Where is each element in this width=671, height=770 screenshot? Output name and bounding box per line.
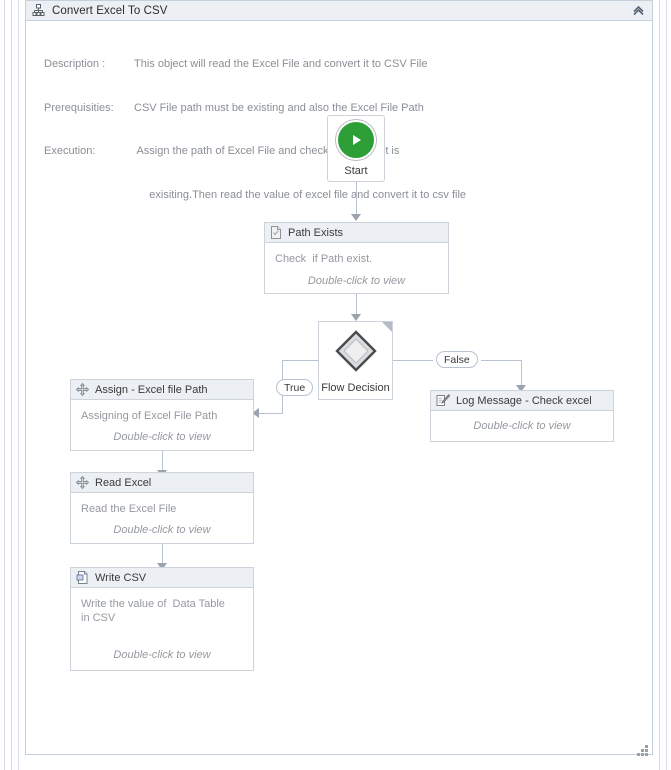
node-title: Write CSV xyxy=(95,571,147,584)
diamond-icon xyxy=(334,329,378,378)
prerequisites-row: Prerequisities: CSV File path must be ex… xyxy=(44,101,466,116)
frame-rule-outer xyxy=(4,0,5,770)
node-body: Write the value of Data Table in CSV Dou… xyxy=(71,588,253,671)
assign-icon xyxy=(76,476,89,489)
node-body: Double-click to view xyxy=(431,411,613,442)
node-title: Read Excel xyxy=(95,476,152,489)
description-value: This object will read the Excel File and… xyxy=(134,58,428,70)
node-header: Assign - Excel file Path xyxy=(71,380,253,400)
node-hint: Double-click to view xyxy=(113,524,211,536)
execution-continuation: exisiting.Then read the value of excel f… xyxy=(134,188,467,201)
workflow-designer-canvas: Convert Excel To CSV Description : This … xyxy=(0,0,671,770)
description-label: Description : xyxy=(44,58,106,70)
connector-start-to-path-exists xyxy=(356,182,357,215)
node-header: Path Exists xyxy=(265,223,448,243)
assign-icon xyxy=(76,383,89,396)
node-title: Path Exists xyxy=(288,226,344,239)
node-description: Assigning of Excel File Path xyxy=(81,410,218,422)
arrow-into-path-exists xyxy=(351,214,361,221)
frame-rule-right-inner xyxy=(659,0,660,770)
description-row: Description : This object will read the … xyxy=(44,57,466,72)
sitemap-icon xyxy=(32,4,45,17)
node-description: Write the value of Data Table in CSV xyxy=(81,598,228,624)
frame-rule-inner xyxy=(18,0,19,770)
activity-node-assign-excel-file-path[interactable]: Assign - Excel file Path Assigning of Ex… xyxy=(70,379,254,451)
node-header: Write CSV xyxy=(71,568,253,588)
flow-decision-label: Flow Decision xyxy=(321,382,390,394)
node-body: Assigning of Excel File Path Double-clic… xyxy=(71,400,253,451)
node-body: Check if Path exist. Double-click to vie… xyxy=(265,243,448,294)
node-hint: Double-click to view xyxy=(473,420,571,432)
frame-rule-right-outer xyxy=(666,0,667,770)
resize-grip-icon[interactable] xyxy=(637,745,649,757)
double-chevron-up-icon[interactable] xyxy=(630,3,646,19)
connector-false-horizontal-a xyxy=(393,360,433,361)
node-header: Read Excel xyxy=(71,473,253,493)
sequence-header[interactable]: Convert Excel To CSV xyxy=(25,0,653,21)
activity-node-log-message[interactable]: Log Message - Check excel Double-click t… xyxy=(430,390,614,442)
file-check-icon xyxy=(270,226,282,239)
frame-rule-middle xyxy=(11,0,12,770)
node-body: Read the Excel File Double-click to view xyxy=(71,493,253,544)
node-description: Check if Path exist. xyxy=(275,253,373,265)
write-file-icon xyxy=(76,571,89,584)
execution-label: Execution: xyxy=(44,145,96,157)
node-description: Read the Excel File xyxy=(81,503,177,515)
play-icon xyxy=(336,120,376,160)
arrow-into-decision xyxy=(351,314,361,321)
node-hint: Double-click to view xyxy=(307,275,406,287)
node-hint: Double-click to view xyxy=(113,649,211,661)
prerequisites-label: Prerequisities: xyxy=(44,101,114,114)
node-title: Log Message - Check excel xyxy=(456,394,592,407)
connector-false-vertical xyxy=(521,360,522,387)
node-header: Log Message - Check excel xyxy=(431,391,613,411)
branch-label-false: False xyxy=(436,351,478,368)
description-block: Description : This object will read the … xyxy=(44,28,466,231)
node-hint: Double-click to view xyxy=(113,431,211,443)
connector-true-horizontal-b xyxy=(259,413,283,414)
flow-decision-node[interactable]: Flow Decision xyxy=(318,321,393,400)
activity-node-path-exists[interactable]: Path Exists Check if Path exist. Double-… xyxy=(264,222,449,294)
decision-corner-marker xyxy=(382,322,392,332)
activity-node-write-csv[interactable]: Write CSV Write the value of Data Table … xyxy=(70,567,254,671)
activity-node-read-excel[interactable]: Read Excel Read the Excel File Double-cl… xyxy=(70,472,254,544)
branch-label-true: True xyxy=(276,379,314,396)
log-message-icon xyxy=(436,394,450,407)
execution-row: Execution: Assign the path of Excel File… xyxy=(44,144,466,159)
start-node[interactable]: Start xyxy=(327,115,385,182)
page-title: Convert Excel To CSV xyxy=(52,4,168,17)
prerequisites-value: CSV File path must be existing and also … xyxy=(134,101,424,114)
connector-false-horizontal-b xyxy=(481,360,522,361)
connector-true-horizontal-a xyxy=(282,360,319,361)
start-node-label: Start xyxy=(344,165,368,177)
node-title: Assign - Excel file Path xyxy=(95,383,208,396)
